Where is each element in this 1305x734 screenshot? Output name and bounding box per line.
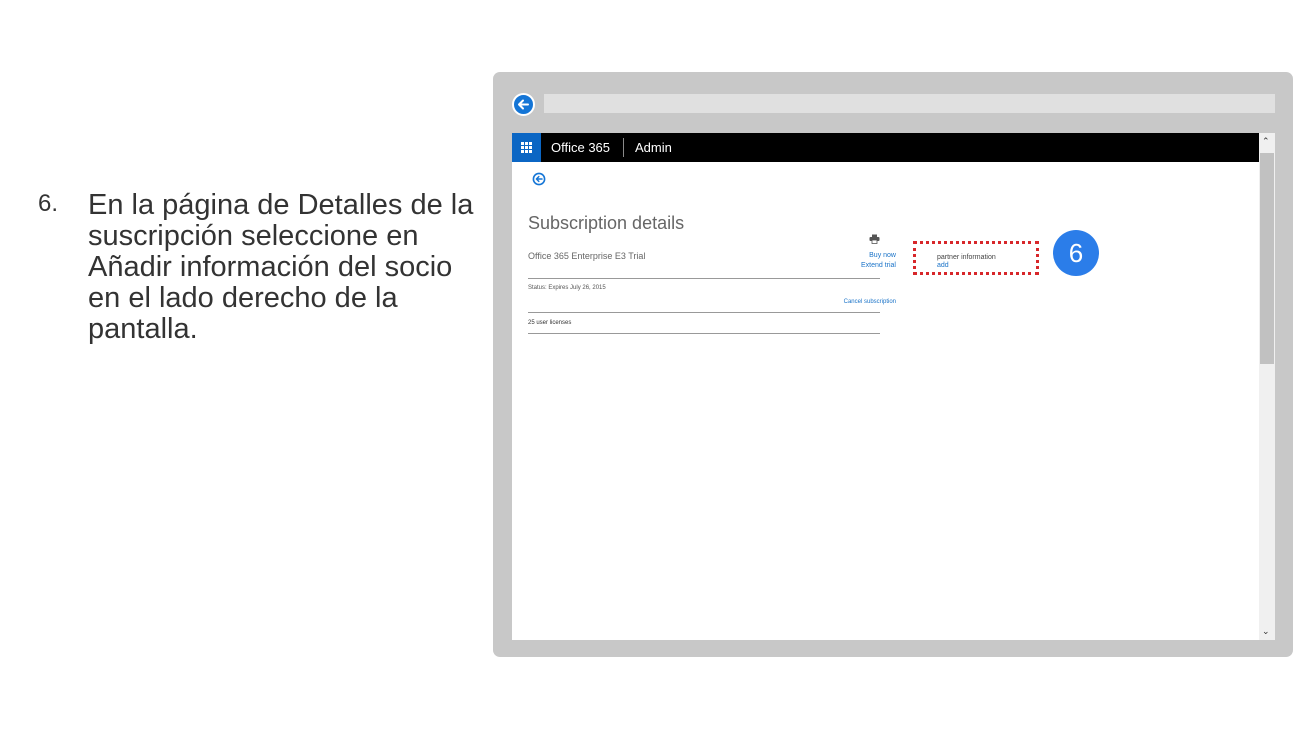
partner-add-link[interactable]: add: [937, 262, 949, 269]
scroll-down-icon[interactable]: ⌄: [1262, 626, 1270, 637]
divider: [528, 312, 880, 313]
app-launcher-button[interactable]: [512, 133, 541, 162]
scroll-thumb[interactable]: [1260, 153, 1274, 364]
circle-arrow-left-icon: [532, 172, 546, 186]
extend-trial-link[interactable]: Extend trial: [861, 262, 896, 269]
user-licenses: 25 user licenses: [528, 320, 572, 326]
page-viewport: Office 365 Admin Subscription details Of…: [512, 133, 1275, 640]
address-bar[interactable]: [544, 94, 1275, 113]
page-back-button[interactable]: [532, 172, 546, 186]
printer-icon: [869, 234, 880, 244]
arrow-left-icon: [518, 99, 529, 110]
step-number-badge: 6: [1053, 230, 1099, 276]
divider: [528, 333, 880, 334]
browser-frame: Office 365 Admin Subscription details Of…: [493, 72, 1293, 657]
cancel-subscription-link[interactable]: Cancel subscription: [844, 299, 896, 305]
brand-title[interactable]: Office 365: [551, 140, 610, 155]
product-name: Office 365 Enterprise E3 Trial: [528, 251, 646, 261]
print-button[interactable]: [869, 231, 880, 244]
subscription-status: Status: Expires July 26, 2015: [528, 285, 606, 291]
buy-now-link[interactable]: Buy now: [869, 252, 896, 259]
admin-label[interactable]: Admin: [635, 140, 672, 155]
vertical-scrollbar[interactable]: ⌃ ⌄: [1259, 133, 1275, 640]
divider: [528, 278, 880, 279]
waffle-icon: [521, 142, 532, 153]
instruction-number: 6.: [38, 190, 59, 217]
partner-information-label: partner information: [937, 254, 996, 261]
office365-navbar: Office 365 Admin: [512, 133, 1259, 162]
browser-back-button[interactable]: [512, 93, 535, 116]
instruction-text: En la página de Detalles de la suscripci…: [88, 189, 474, 345]
scroll-up-icon[interactable]: ⌃: [1262, 136, 1270, 147]
navbar-divider: [623, 138, 624, 157]
page-title: Subscription details: [528, 213, 685, 233]
